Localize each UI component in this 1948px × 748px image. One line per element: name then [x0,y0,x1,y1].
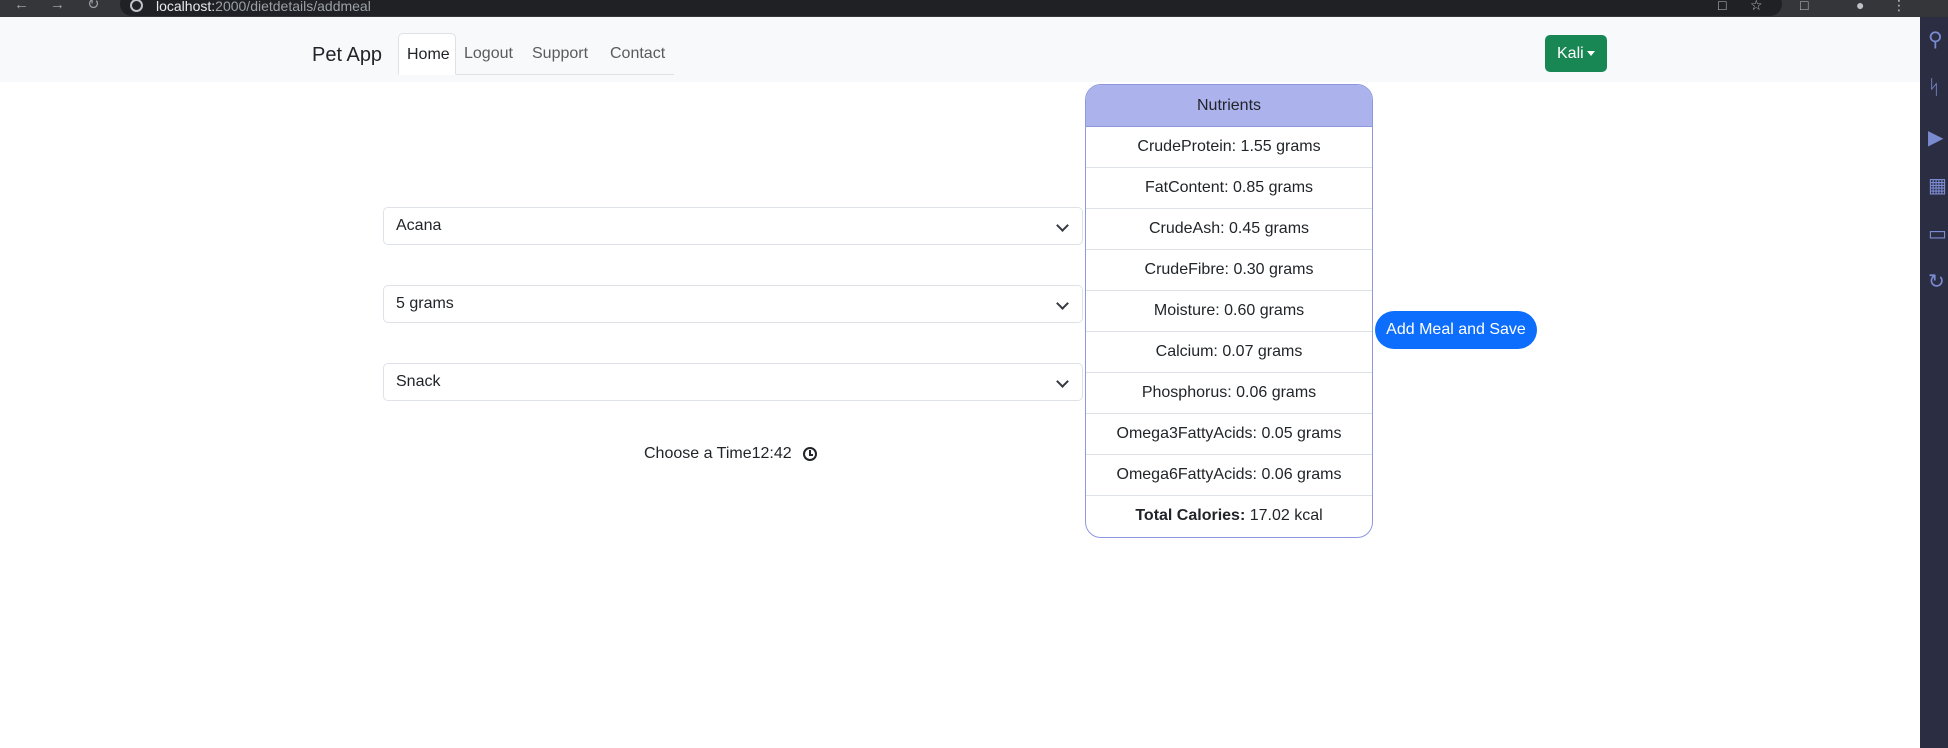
nutrient-row: Omega3FattyAcids: 0.05 grams [1086,414,1372,455]
nutrient-row: Calcium: 0.07 grams [1086,332,1372,373]
nutrients-card: Nutrients CrudeProtein: 1.55 grams FatCo… [1085,84,1373,538]
nutrient-row: CrudeAsh: 0.45 grams [1086,209,1372,250]
amount-select[interactable]: 5 grams [383,285,1083,323]
install-app-icon[interactable]: □ [1718,0,1726,12]
branch-icon[interactable]: ᛋ [1928,77,1948,99]
add-meal-button[interactable]: Add Meal and Save [1375,311,1537,349]
nutrient-row: Moisture: 0.60 grams [1086,291,1372,332]
url-path: 2000/dietdetails/addmeal [215,0,371,14]
nav-logout[interactable]: Logout [456,33,521,75]
food-select-value: Acana [396,217,442,234]
nutrient-row: FatContent: 0.85 grams [1086,168,1372,209]
brand-logo[interactable]: Pet App [312,44,382,67]
chevron-down-icon [1056,297,1069,310]
time-picker[interactable]: Choose a Time12:42 [644,442,817,466]
reload-icon[interactable]: ↻ [87,0,100,13]
page: ← → ↻ localhost:2000/dietdetails/addmeal… [0,0,1948,748]
chevron-down-icon [1056,219,1069,232]
search-icon[interactable]: ⚲ [1928,29,1948,51]
side-toolbar: ⚲ ᛋ ▶ ▦ ▭ ↻ [1920,17,1948,748]
live-share-icon[interactable]: ↻ [1928,271,1948,293]
clock-icon[interactable] [803,447,817,461]
total-calories-value: 17.02 kcal [1245,507,1323,524]
nutrient-row: CrudeFibre: 0.30 grams [1086,250,1372,291]
app-navbar: Pet App Home Logout Support Contact Kali [0,17,1920,82]
meal-type-select-value: Snack [396,373,441,390]
total-calories-label: Total Calories: [1135,507,1246,524]
nav-tabs: Home Logout Support Contact [398,33,674,75]
time-label: Choose a Time [644,445,752,462]
time-value[interactable]: 12:42 [752,445,792,462]
extensions-panel-icon[interactable]: ▦ [1928,175,1948,197]
nav-contact[interactable]: Contact [602,33,673,75]
nutrient-row: Phosphorus: 0.06 grams [1086,373,1372,414]
caret-down-icon [1587,51,1595,56]
address-url: localhost:2000/dietdetails/addmeal [156,0,371,14]
nav-home[interactable]: Home [398,33,456,75]
forward-icon[interactable]: → [50,0,65,13]
browser-menu-icon[interactable]: ⋮ [1892,0,1906,12]
nutrient-row: Omega6FattyAcids: 0.06 grams [1086,455,1372,496]
remote-explorer-icon[interactable]: ▭ [1928,223,1948,245]
amount-select-value: 5 grams [396,295,454,312]
run-debug-icon[interactable]: ▶ [1928,127,1948,149]
url-host: localhost: [156,0,216,14]
browser-toolbar: ← → ↻ localhost:2000/dietdetails/addmeal… [0,0,1948,17]
profile-icon[interactable]: ● [1856,0,1864,12]
nutrient-row: CrudeProtein: 1.55 grams [1086,127,1372,168]
extensions-icon[interactable]: □ [1800,0,1808,12]
address-bar[interactable]: localhost:2000/dietdetails/addmeal [120,0,1782,16]
back-icon[interactable]: ← [14,0,29,13]
bookmark-star-icon[interactable]: ☆ [1750,0,1763,12]
nutrients-header: Nutrients [1086,85,1372,127]
nav-support[interactable]: Support [524,33,596,75]
site-info-icon[interactable] [130,0,143,12]
user-menu-label: Kali [1557,45,1584,62]
user-menu-button[interactable]: Kali [1545,35,1607,72]
chevron-down-icon [1056,375,1069,388]
food-select[interactable]: Acana [383,207,1083,245]
total-calories-row: Total Calories: 17.02 kcal [1086,496,1372,537]
meal-type-select[interactable]: Snack [383,363,1083,401]
